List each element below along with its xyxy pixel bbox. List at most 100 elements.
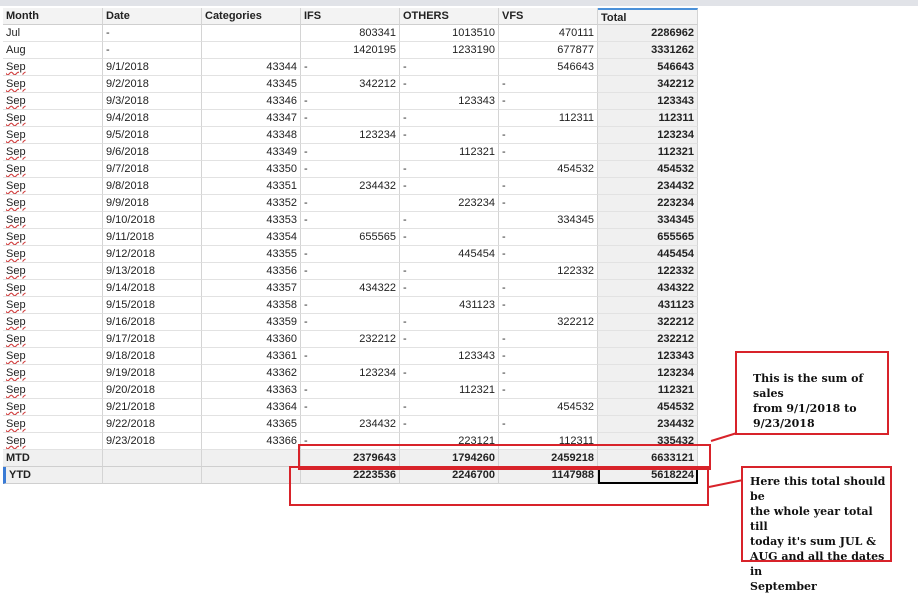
others-cell[interactable]: - (400, 59, 499, 76)
categories-cell[interactable]: 43356 (202, 263, 301, 280)
date-cell[interactable]: 9/9/2018 (103, 195, 202, 212)
others-cell[interactable]: 112321 (400, 382, 499, 399)
others-cell[interactable]: 445454 (400, 246, 499, 263)
vfs-cell[interactable]: - (499, 365, 598, 382)
vfs-cell[interactable]: - (499, 229, 598, 246)
ifs-cell[interactable]: 123234 (301, 127, 400, 144)
date-cell[interactable]: 9/6/2018 (103, 144, 202, 161)
date-cell[interactable]: 9/2/2018 (103, 76, 202, 93)
date-cell[interactable]: 9/14/2018 (103, 280, 202, 297)
date-cell[interactable]: 9/4/2018 (103, 110, 202, 127)
ifs-cell[interactable]: - (301, 110, 400, 127)
others-cell[interactable]: - (400, 212, 499, 229)
vfs-cell[interactable]: 677877 (499, 42, 598, 59)
categories-cell[interactable]: 43352 (202, 195, 301, 212)
total-cell[interactable]: 431123 (598, 297, 698, 314)
vfs-cell[interactable]: - (499, 331, 598, 348)
date-cell[interactable]: 9/20/2018 (103, 382, 202, 399)
header-others[interactable]: OTHERS (400, 8, 499, 25)
categories-cell[interactable]: 43345 (202, 76, 301, 93)
date-cell[interactable]: 9/11/2018 (103, 229, 202, 246)
vfs-cell[interactable]: 112311 (499, 110, 598, 127)
ifs-cell[interactable]: 234432 (301, 416, 400, 433)
ifs-cell[interactable]: - (301, 195, 400, 212)
header-date[interactable]: Date (103, 8, 202, 25)
others-cell[interactable]: - (400, 178, 499, 195)
others-cell[interactable]: - (400, 161, 499, 178)
mtd-date[interactable] (103, 450, 202, 467)
vfs-cell[interactable]: - (499, 178, 598, 195)
total-cell[interactable]: 655565 (598, 229, 698, 246)
date-cell[interactable]: 9/16/2018 (103, 314, 202, 331)
month-cell[interactable]: Sep (3, 212, 103, 229)
ifs-cell[interactable]: 434322 (301, 280, 400, 297)
total-cell[interactable]: 546643 (598, 59, 698, 76)
month-cell[interactable]: Sep (3, 229, 103, 246)
others-cell[interactable]: 123343 (400, 93, 499, 110)
categories-cell[interactable]: 43344 (202, 59, 301, 76)
categories-cell[interactable]: 43360 (202, 331, 301, 348)
month-cell[interactable]: Sep (3, 93, 103, 110)
ifs-cell[interactable]: - (301, 297, 400, 314)
others-cell[interactable]: 1013510 (400, 25, 499, 42)
date-cell[interactable]: 9/5/2018 (103, 127, 202, 144)
month-cell[interactable]: Sep (3, 110, 103, 127)
categories-cell[interactable] (202, 42, 301, 59)
others-cell[interactable]: - (400, 110, 499, 127)
ifs-cell[interactable]: 1420195 (301, 42, 400, 59)
vfs-cell[interactable]: 454532 (499, 399, 598, 416)
header-month[interactable]: Month (3, 8, 103, 25)
month-cell[interactable]: Sep (3, 195, 103, 212)
date-cell[interactable]: 9/13/2018 (103, 263, 202, 280)
categories-cell[interactable]: 43353 (202, 212, 301, 229)
total-cell[interactable]: 342212 (598, 76, 698, 93)
month-cell[interactable]: Sep (3, 280, 103, 297)
date-cell[interactable]: 9/3/2018 (103, 93, 202, 110)
total-cell[interactable]: 3331262 (598, 42, 698, 59)
ifs-cell[interactable]: - (301, 399, 400, 416)
mtd-label[interactable]: MTD (3, 450, 103, 467)
others-cell[interactable]: - (400, 76, 499, 93)
ytd-categories[interactable] (202, 467, 301, 484)
others-cell[interactable]: - (400, 127, 499, 144)
ifs-cell[interactable]: 655565 (301, 229, 400, 246)
categories-cell[interactable]: 43362 (202, 365, 301, 382)
date-cell[interactable]: - (103, 42, 202, 59)
ifs-cell[interactable]: - (301, 93, 400, 110)
others-cell[interactable]: - (400, 280, 499, 297)
total-cell[interactable]: 334345 (598, 212, 698, 229)
categories-cell[interactable]: 43363 (202, 382, 301, 399)
ytd-label[interactable]: YTD (3, 467, 103, 484)
ifs-cell[interactable]: 232212 (301, 331, 400, 348)
month-cell[interactable]: Sep (3, 263, 103, 280)
date-cell[interactable]: 9/15/2018 (103, 297, 202, 314)
month-cell[interactable]: Sep (3, 297, 103, 314)
ifs-cell[interactable]: - (301, 382, 400, 399)
vfs-cell[interactable]: 334345 (499, 212, 598, 229)
total-cell[interactable]: 223234 (598, 195, 698, 212)
vfs-cell[interactable]: 122332 (499, 263, 598, 280)
others-cell[interactable]: 123343 (400, 348, 499, 365)
vfs-cell[interactable]: - (499, 144, 598, 161)
date-cell[interactable]: 9/21/2018 (103, 399, 202, 416)
month-cell[interactable]: Sep (3, 331, 103, 348)
vfs-cell[interactable]: - (499, 76, 598, 93)
total-cell[interactable]: 123343 (598, 93, 698, 110)
vfs-cell[interactable]: 454532 (499, 161, 598, 178)
ifs-cell[interactable]: - (301, 348, 400, 365)
ifs-cell[interactable]: 803341 (301, 25, 400, 42)
ifs-cell[interactable]: - (301, 212, 400, 229)
ifs-cell[interactable]: - (301, 314, 400, 331)
categories-cell[interactable]: 43358 (202, 297, 301, 314)
vfs-cell[interactable]: - (499, 348, 598, 365)
categories-cell[interactable]: 43366 (202, 433, 301, 450)
header-total[interactable]: Total (598, 8, 698, 25)
vfs-cell[interactable]: - (499, 246, 598, 263)
total-cell[interactable]: 234432 (598, 178, 698, 195)
total-cell[interactable]: 123234 (598, 365, 698, 382)
month-cell[interactable]: Sep (3, 76, 103, 93)
vfs-cell[interactable]: - (499, 416, 598, 433)
vfs-cell[interactable]: - (499, 127, 598, 144)
ifs-cell[interactable]: 342212 (301, 76, 400, 93)
vfs-cell[interactable]: 546643 (499, 59, 598, 76)
